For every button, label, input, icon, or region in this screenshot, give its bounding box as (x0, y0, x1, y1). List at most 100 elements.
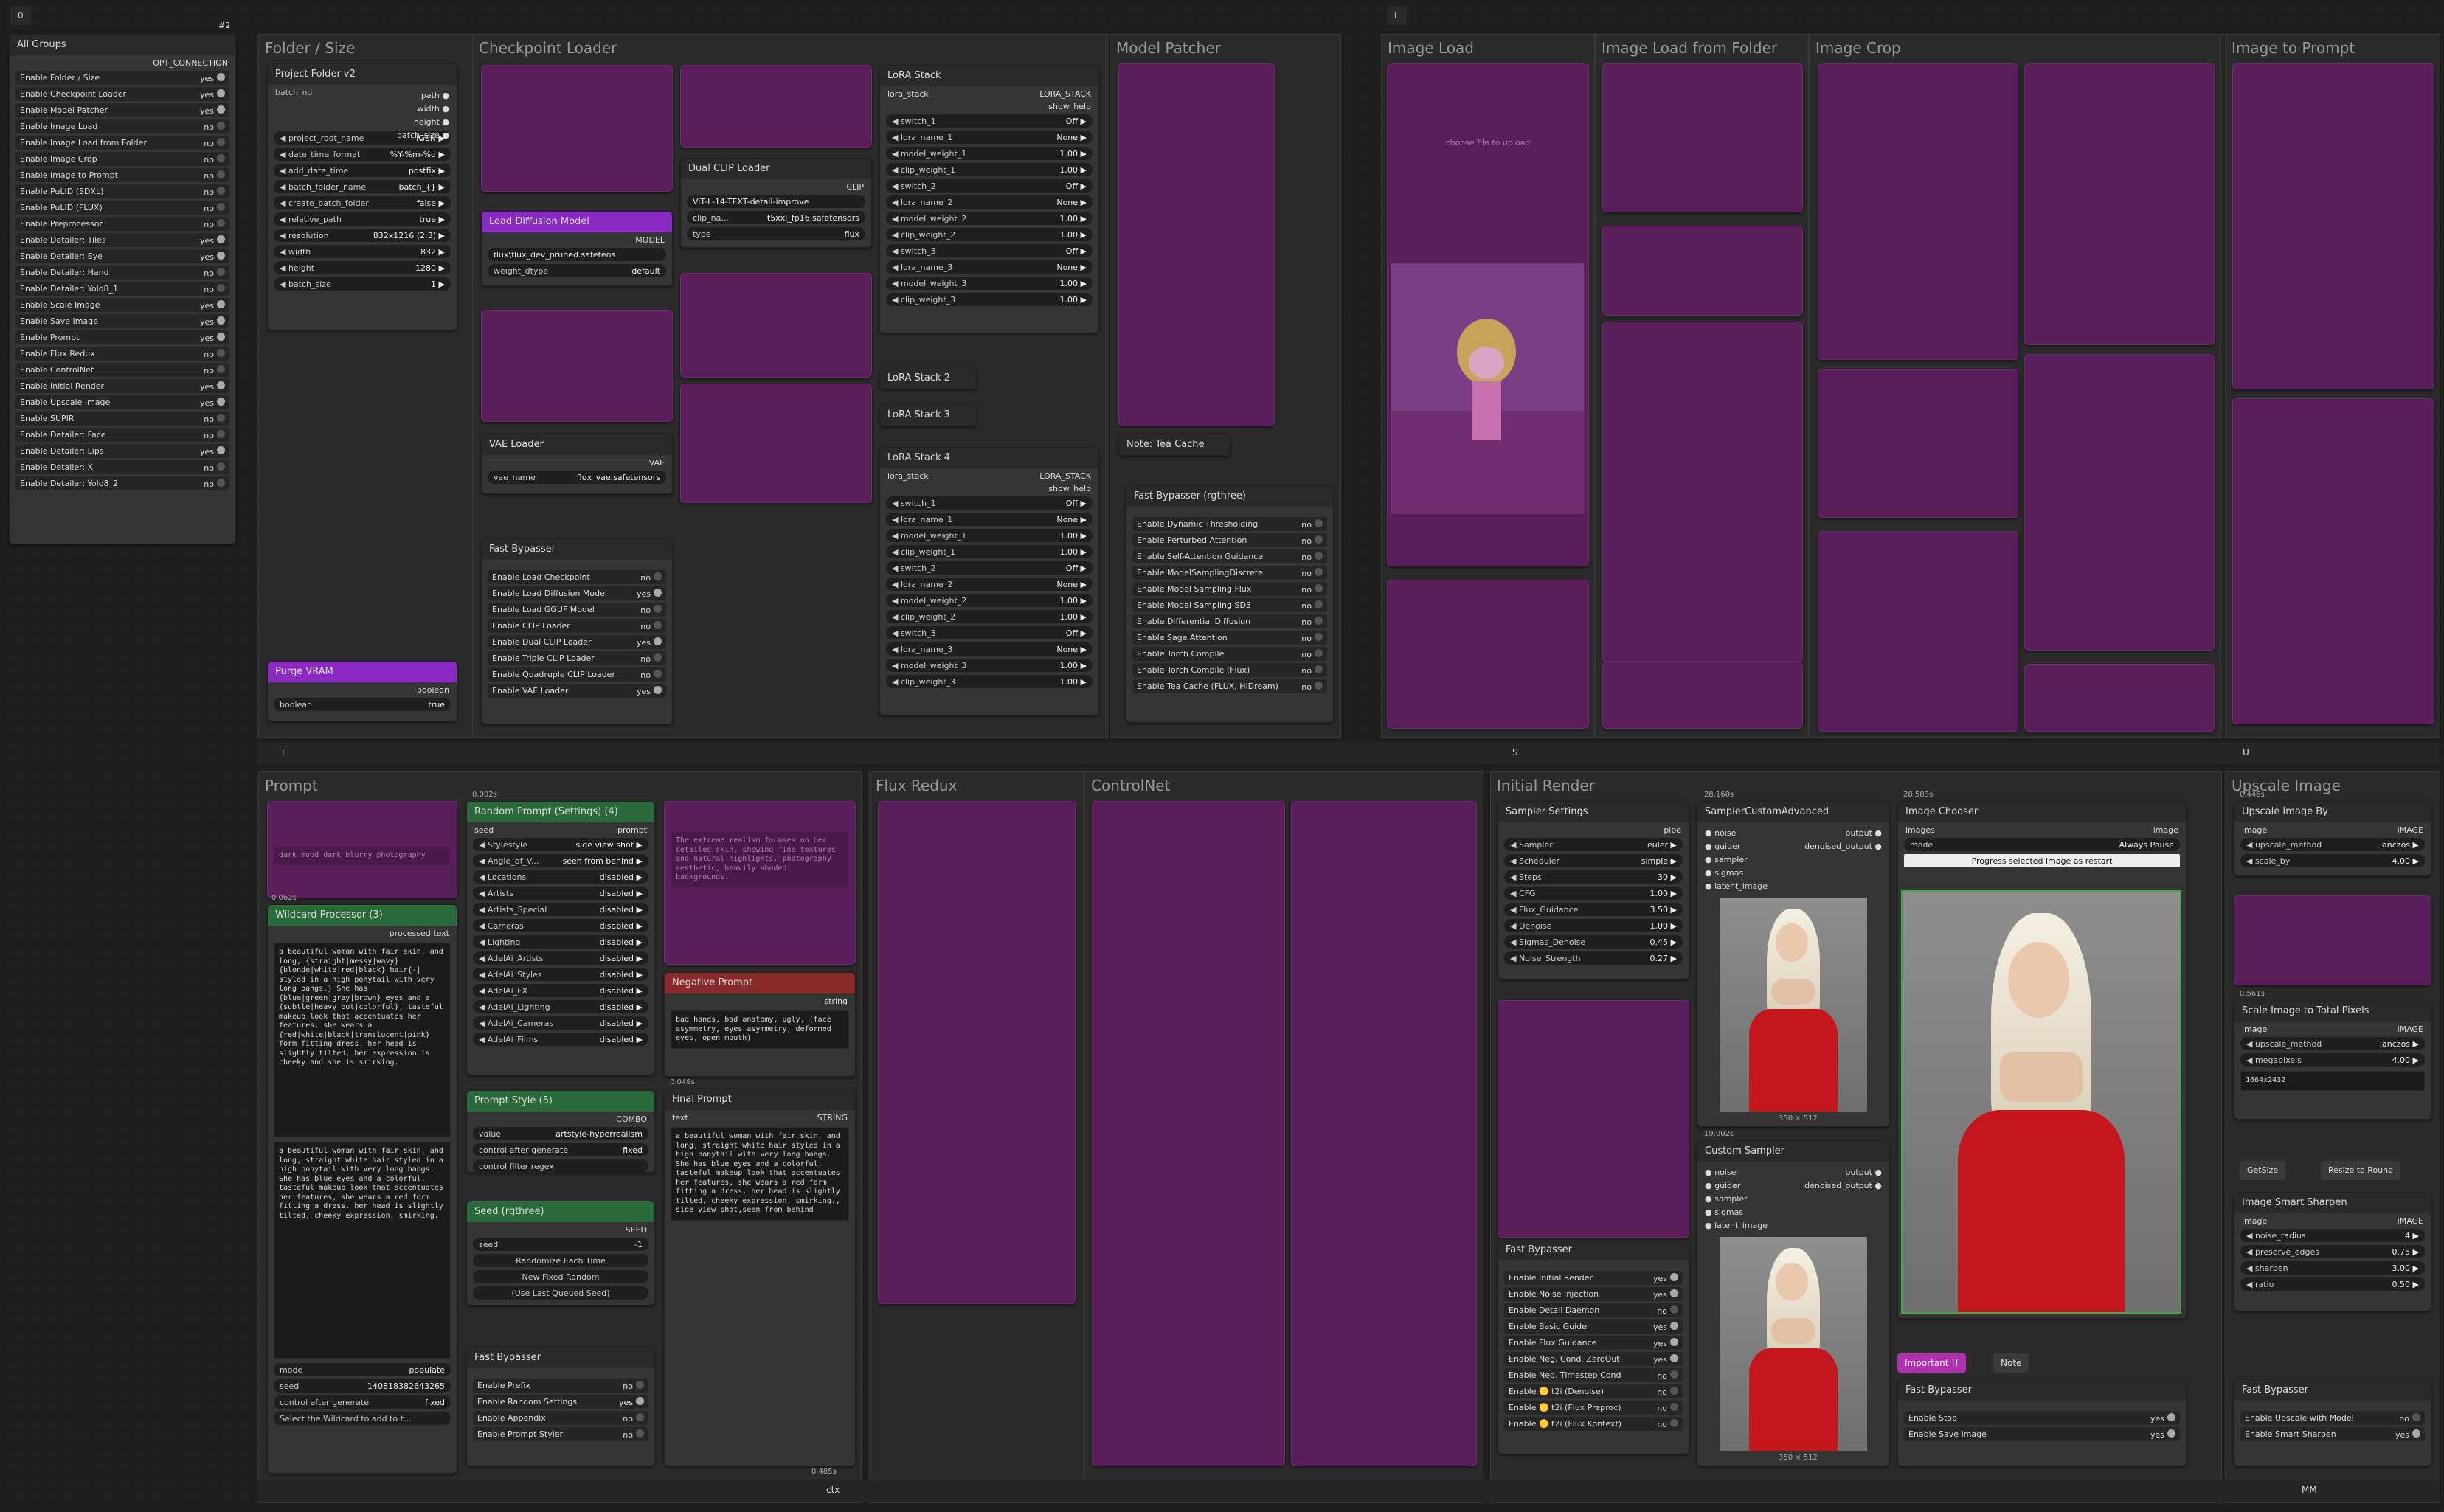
project-folder-field-1[interactable]: ◀ date_time_format %Y-%m-%d ▶ (274, 148, 451, 161)
sampler-custom-advanced-node[interactable]: SamplerCustomAdvanced ● noise output ● ● g… (1697, 801, 1890, 1127)
project-folder-field-4[interactable]: ◀ create_batch_folder false ▶ (274, 196, 451, 209)
toggle-switch-icon[interactable] (654, 653, 662, 662)
output-slot[interactable]: denoised_output ● (1804, 1179, 1882, 1193)
toggle-switch-icon[interactable] (1670, 1353, 1678, 1362)
toggle-switch-icon[interactable] (1315, 519, 1323, 527)
lora-field-2[interactable]: ◀ model_weight_1 1.00 ▶ (886, 529, 1093, 542)
type-field[interactable]: type flux (687, 227, 865, 240)
tea-cache-note-node[interactable]: Note: Tea Cache (1118, 434, 1230, 456)
random-prompt-field-7[interactable]: ◀ AdelAi_Artists disabled ▶ (473, 951, 648, 965)
toggle-switch-icon[interactable] (217, 283, 225, 292)
random-prompt-field-8[interactable]: ◀ AdelAi_Styles disabled ▶ (473, 968, 648, 981)
toggle-switch-icon[interactable] (217, 89, 225, 97)
bypass-toggle-7[interactable]: Enable VAE Loader yes (488, 684, 666, 698)
bypass-toggle-9[interactable]: Enable Torch Compile (Flux) no (1132, 663, 1327, 677)
random-prompt-field-6[interactable]: ◀ Lighting disabled ▶ (473, 935, 648, 949)
group-toggle-13[interactable]: Enable Detailer: Yolo8_1 no (15, 282, 229, 296)
all-groups-node[interactable]: All Groups OPT_CONNECTION Enable Folder … (9, 34, 236, 544)
bypass-toggle-6[interactable]: Enable Differential Diffusion no (1132, 614, 1327, 628)
bypass-toggle-0[interactable]: Enable Stop yes (1904, 1411, 2180, 1425)
image-crop-bypassed-node-2[interactable] (1818, 369, 2018, 518)
toggle-switch-icon[interactable] (1670, 1370, 1678, 1379)
lora-field-6[interactable]: ◀ model_weight_2 1.00 ▶ (886, 212, 1093, 225)
fast-bypasser-checkpoint-node[interactable]: Fast Bypasser Enable Load Checkpoint no En… (481, 538, 673, 724)
toggle-switch-icon[interactable] (217, 348, 225, 357)
toggle-switch-icon[interactable] (1315, 681, 1323, 690)
bypass-toggle-2[interactable]: Enable Load GGUF Model no (488, 603, 666, 617)
lora-field-9[interactable]: ◀ lora_name_3 None ▶ (886, 642, 1093, 656)
toggle-switch-icon[interactable] (1315, 551, 1323, 560)
important-button[interactable]: Important !! (1897, 1353, 1966, 1373)
sampler-field-6[interactable]: ◀ Sigmas_Denoise 0.45 ▶ (1504, 935, 1683, 949)
bypass-toggle-1[interactable]: Enable Smart Sharpen yes (2240, 1427, 2425, 1441)
select-wildcard-field[interactable]: Select the Wildcard to add to t... (274, 1412, 451, 1425)
project-folder-field-9[interactable]: ◀ batch_size 1 ▶ (274, 277, 451, 291)
canvas-id-tag[interactable]: 0 (10, 6, 31, 25)
random-prompt-field-2[interactable]: ◀ Locations disabled ▶ (473, 870, 648, 884)
bar-tag-mm[interactable]: MM (2302, 1485, 2317, 1495)
prefix-bypassed-node[interactable]: dark mood dark blurry photography (267, 801, 457, 898)
toggle-switch-icon[interactable] (217, 364, 225, 373)
seed-field[interactable]: seed -1 (473, 1238, 648, 1251)
dual-clip-loader-node[interactable]: Dual CLIP Loader CLIP ViT-L-14-TEXT-deta… (680, 158, 872, 248)
bypass-toggle-3[interactable]: Enable CLIP Loader no (488, 619, 666, 633)
group-toggle-10[interactable]: Enable Detailer: Tiles yes (15, 233, 229, 247)
bypass-toggle-2[interactable]: Enable Appendix no (473, 1411, 648, 1425)
image-crop-bypassed-node-6[interactable] (2024, 664, 2215, 732)
scale-field-1[interactable]: ◀ megapixels 4.00 ▶ (2240, 1053, 2425, 1067)
project-folder-field-8[interactable]: ◀ height 1280 ▶ (274, 261, 451, 274)
random-prompt-field-10[interactable]: ◀ AdelAi_Lighting disabled ▶ (473, 1000, 648, 1013)
progress-selected-button[interactable]: Progress selected image as restart (1904, 854, 2180, 867)
load-folder-bypassed-node-3[interactable] (1602, 322, 1803, 662)
group-toggle-23[interactable]: Enable Detailer: Lips yes (15, 444, 229, 458)
random-prompt-field-9[interactable]: ◀ AdelAi_FX disabled ▶ (473, 984, 648, 997)
populated-text[interactable]: a beautiful woman with fair skin, and lo… (274, 1142, 451, 1359)
bypass-toggle-0[interactable]: Enable Load Checkpoint no (488, 570, 666, 584)
toggle-switch-icon[interactable] (217, 397, 225, 406)
lora-field-10[interactable]: ◀ model_weight_3 1.00 ▶ (886, 277, 1093, 290)
toggle-switch-icon[interactable] (217, 381, 225, 389)
bypass-toggle-0[interactable]: Enable Upscale with Model no (2240, 1411, 2425, 1425)
lora-field-11[interactable]: ◀ clip_weight_3 1.00 ▶ (886, 675, 1093, 688)
lora-stack-input[interactable]: lora_stack (887, 89, 929, 99)
image-output[interactable]: IMAGE (2397, 1024, 2423, 1034)
wildcard-text[interactable]: a beautiful woman with fair skin, and lo… (274, 943, 451, 1137)
toggle-switch-icon[interactable] (217, 316, 225, 325)
vae-name-field[interactable]: vae_name flux_vae.safetensors (488, 471, 666, 484)
images-input[interactable]: images (1905, 825, 1935, 835)
project-folder-field-6[interactable]: ◀ resolution 832x1216 (2:3) ▶ (274, 229, 451, 242)
negative-prompt-node[interactable]: Negative Prompt string bad hands, bad an… (664, 972, 856, 1077)
purge-vram-node[interactable]: Purge VRAM boolean boolean true (267, 661, 457, 721)
upscale-field-0[interactable]: ◀ upscale_method lanczos ▶ (2240, 838, 2425, 851)
toggle-switch-icon[interactable] (1315, 600, 1323, 608)
toggle-switch-icon[interactable] (217, 478, 225, 487)
show-help[interactable]: show_help (887, 102, 1091, 111)
image-to-prompt-bypassed-node-2[interactable] (2232, 398, 2434, 724)
project-folder-field-3[interactable]: ◀ batch_folder_name batch_{} ▶ (274, 180, 451, 193)
toggle-switch-icon[interactable] (1670, 1386, 1678, 1395)
toggle-switch-icon[interactable] (1670, 1321, 1678, 1330)
bypass-toggle-0[interactable]: Enable Prefix no (473, 1379, 648, 1393)
bypass-toggle-0[interactable]: Enable Dynamic Thresholding no (1132, 517, 1327, 531)
note-button[interactable]: Note (1993, 1353, 2029, 1373)
text-input[interactable]: text (672, 1113, 688, 1123)
lora-stack-output[interactable]: LORA_STACK (1039, 89, 1091, 99)
input-slot[interactable]: ● guider (1705, 840, 1740, 853)
random-prompt-field-4[interactable]: ◀ Artists_Special disabled ▶ (473, 903, 648, 916)
lora-field-6[interactable]: ◀ model_weight_2 1.00 ▶ (886, 594, 1093, 607)
group-toggle-9[interactable]: Enable Preprocessor no (15, 217, 229, 231)
group-toggle-11[interactable]: Enable Detailer: Eye yes (15, 249, 229, 263)
lora-stack-output[interactable]: LORA_STACK (1039, 471, 1091, 481)
output-slot[interactable]: output ● (1846, 1166, 1882, 1179)
bypass-toggle-4[interactable]: Enable Dual CLIP Loader yes (488, 635, 666, 649)
lora-field-7[interactable]: ◀ clip_weight_2 1.00 ▶ (886, 228, 1093, 241)
upscale-model-bypassed-node[interactable] (2234, 895, 2431, 985)
bypass-toggle-6[interactable]: Enable Neg. Timestep Cond no (1504, 1368, 1683, 1382)
toggle-switch-icon[interactable] (1315, 648, 1323, 657)
toggle-switch-icon[interactable] (654, 604, 662, 613)
bypass-toggle-5[interactable]: Enable Neg. Cond. ZeroOut yes (1504, 1352, 1683, 1366)
group-toggle-6[interactable]: Enable Image to Prompt no (15, 168, 229, 182)
toggle-switch-icon[interactable] (654, 669, 662, 678)
lora-field-9[interactable]: ◀ lora_name_3 None ▶ (886, 260, 1093, 274)
toggle-switch-icon[interactable] (636, 1396, 644, 1405)
